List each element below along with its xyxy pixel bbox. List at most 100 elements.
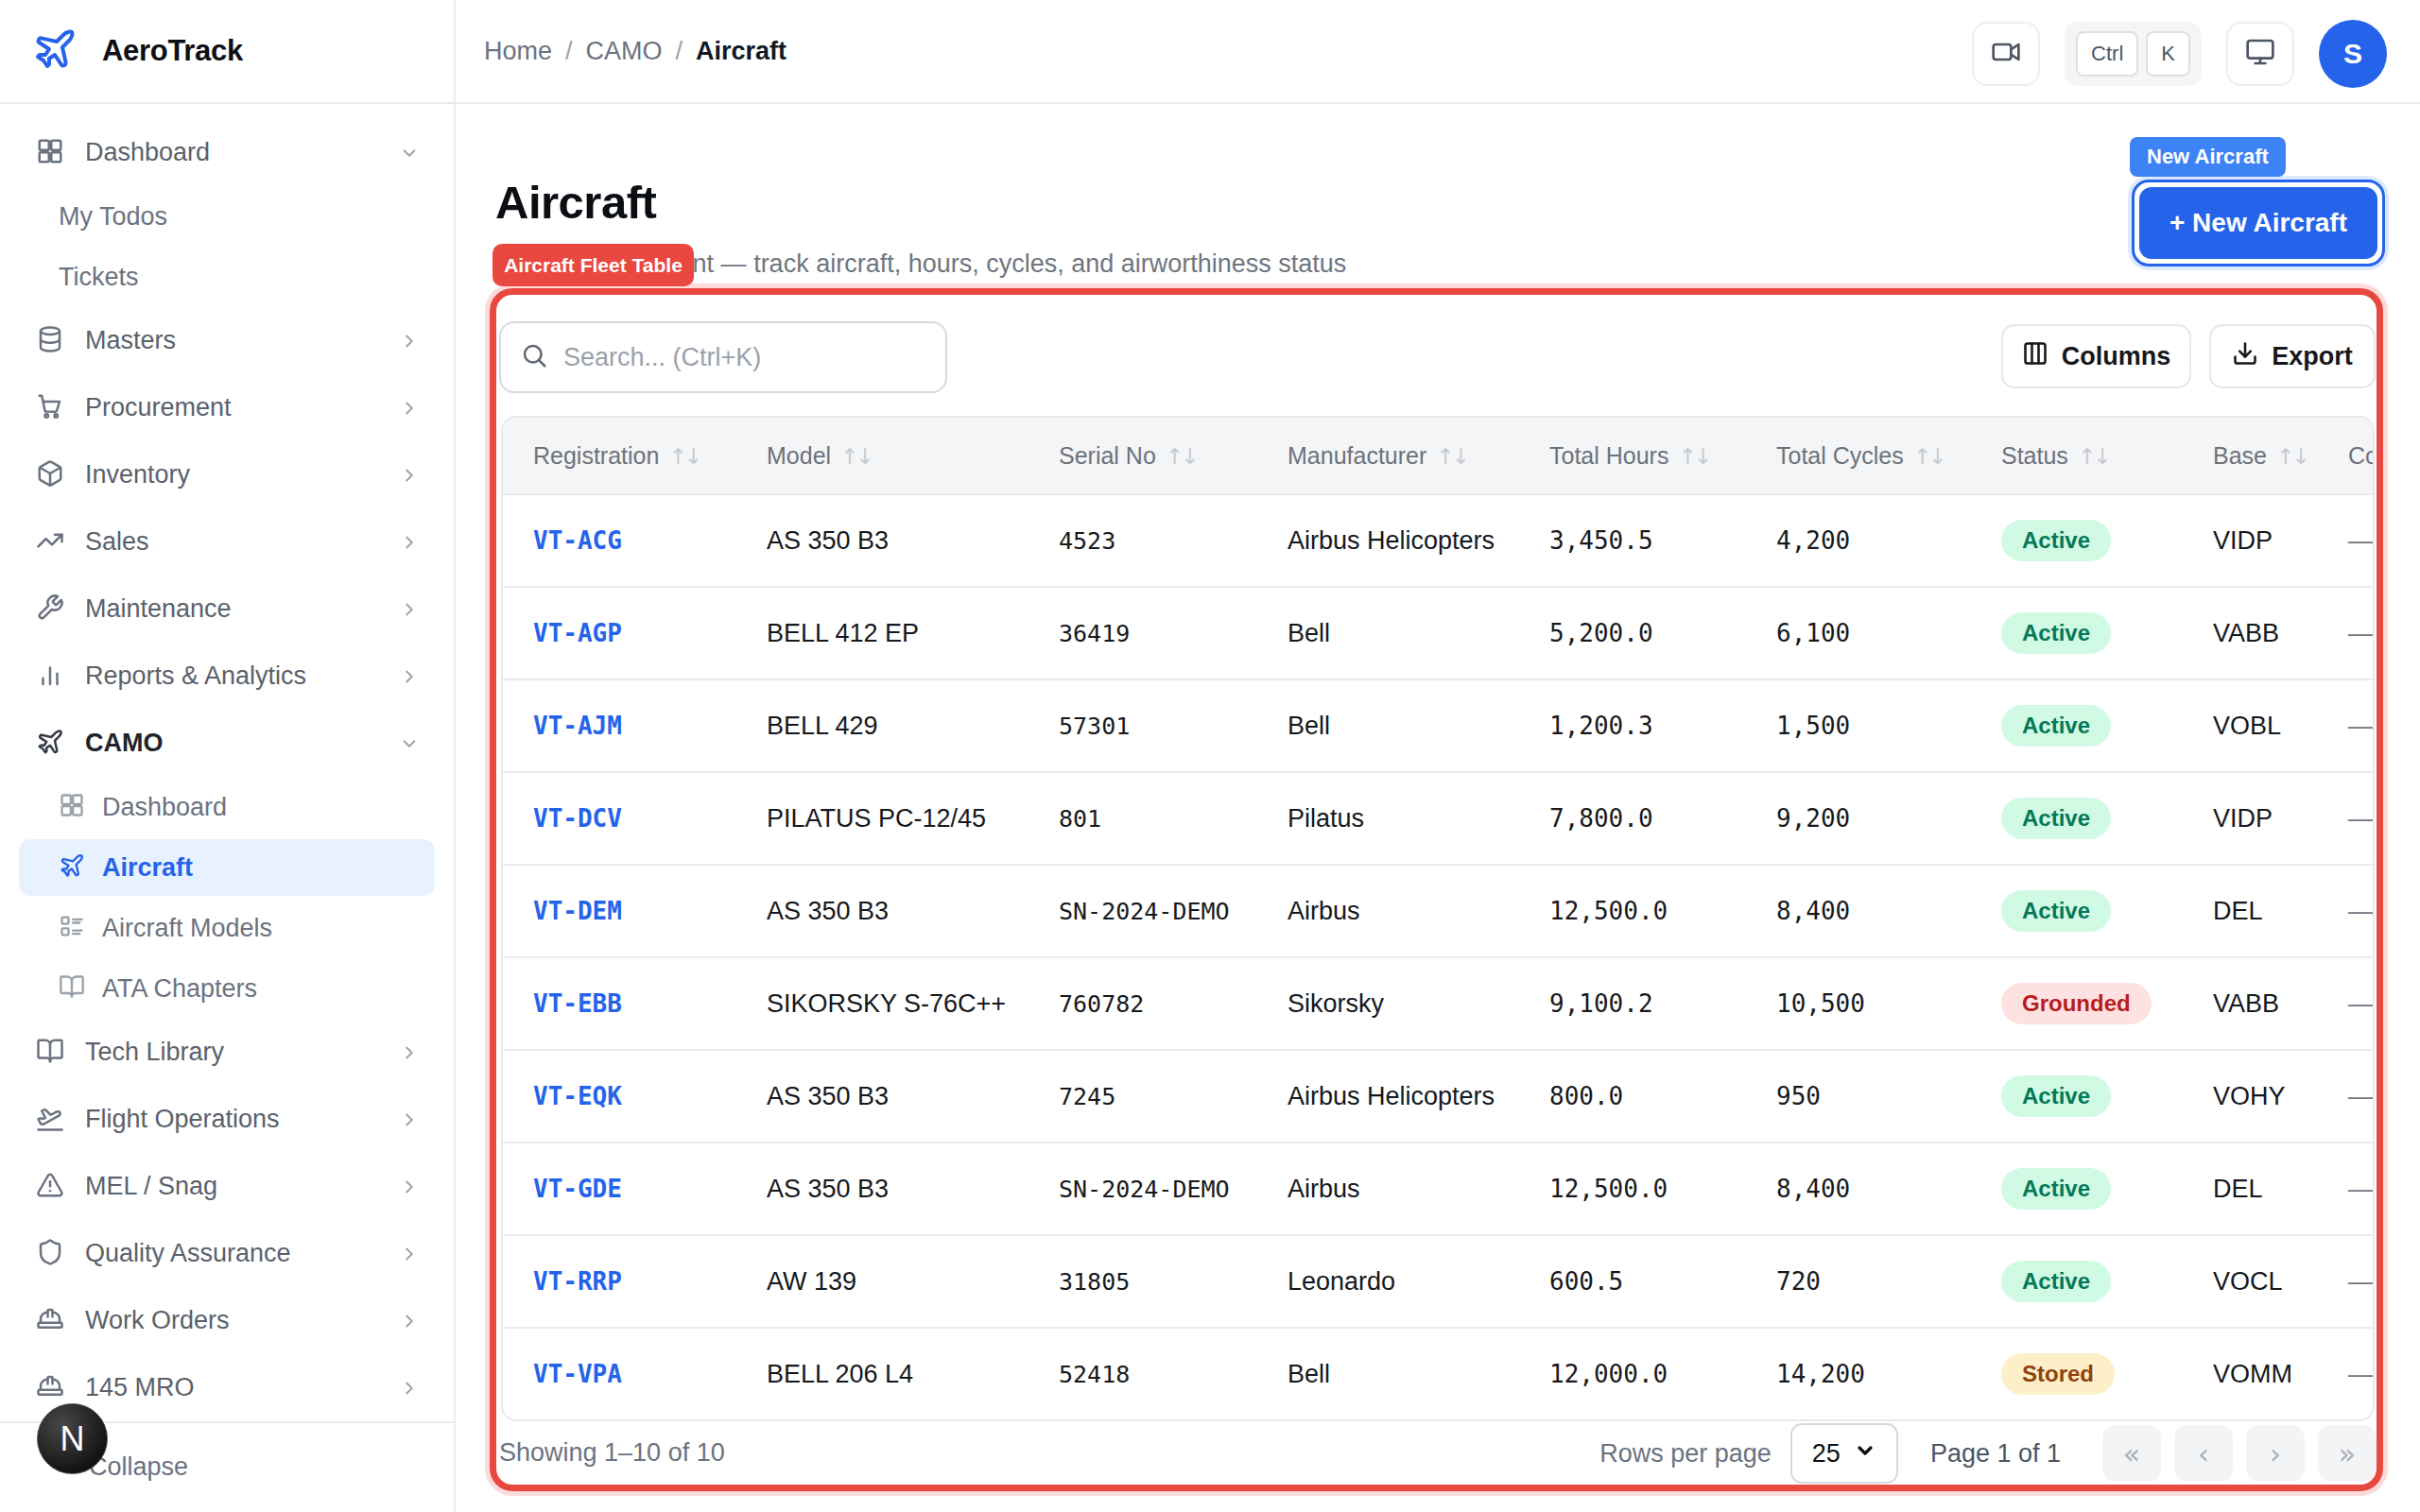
sidebar-item-procurement[interactable]: Procurement	[0, 374, 454, 441]
display-mode-button[interactable]	[2226, 22, 2294, 86]
cycles-cell: 4,200	[1746, 526, 1971, 555]
column-header-registration[interactable]: Registration↑↓	[503, 442, 736, 470]
registration-link[interactable]: VT-DEM	[533, 897, 622, 925]
prev-page-button[interactable]: ‹	[2174, 1425, 2233, 1482]
columns-icon	[2022, 340, 2048, 373]
new-aircraft-button[interactable]: + New Aircraft	[2139, 187, 2377, 259]
hours-cell: 1,200.3	[1519, 712, 1746, 740]
base-cell: VIDP	[2183, 804, 2324, 833]
column-header-serial-no[interactable]: Serial No↑↓	[1028, 442, 1257, 470]
model-cell: AS 350 B3	[736, 1082, 1028, 1111]
columns-button[interactable]: Columns	[2001, 324, 2191, 388]
sidebar-item-aircraft[interactable]: Aircraft	[19, 839, 435, 896]
hours-cell: 800.0	[1519, 1082, 1746, 1110]
sort-icon: ↑↓	[2078, 444, 2109, 469]
registration-link[interactable]: VT-VPA	[533, 1360, 622, 1388]
column-header-model[interactable]: Model↑↓	[736, 442, 1028, 470]
breadcrumb: Home / CAMO / Aircraft	[484, 37, 786, 66]
new-aircraft-focus-ring: + New Aircraft	[2132, 180, 2385, 266]
manufacturer-cell: Bell	[1257, 619, 1519, 648]
base-cell: VOMM	[2183, 1360, 2324, 1389]
sidebar-item-tech-library[interactable]: Tech Library	[0, 1019, 454, 1086]
first-page-button[interactable]: «	[2102, 1425, 2161, 1482]
takeoff-icon	[36, 1104, 64, 1136]
sidebar-item-ata-chapters[interactable]: ATA Chapters	[0, 958, 454, 1019]
sidebar-item-tickets[interactable]: Tickets	[0, 247, 454, 307]
status-cell: Stored	[1971, 1353, 2183, 1395]
column-header-total-cycles[interactable]: Total Cycles↑↓	[1746, 442, 1971, 470]
chevron-right-icon	[399, 599, 420, 620]
aircraft-table-card: Registration↑↓Model↑↓Serial No↑↓Manufact…	[501, 416, 2375, 1421]
table-row-vt-rrp: VT-RRPAW 13931805Leonardo600.5720ActiveV…	[503, 1234, 2373, 1327]
sidebar-item-inventory[interactable]: Inventory	[0, 441, 454, 508]
sidebar-item-label: Reports & Analytics	[85, 662, 306, 691]
registration-link[interactable]: VT-EBB	[533, 989, 622, 1018]
table-row-vt-dem: VT-DEMAS 350 B3SN-2024-DEMOAirbus12,500.…	[503, 864, 2373, 956]
registration-link[interactable]: VT-AGP	[533, 619, 622, 647]
registration-link[interactable]: VT-EQK	[533, 1082, 622, 1110]
breadcrumb-camo[interactable]: CAMO	[586, 37, 663, 66]
sidebar-item-label: Aircraft Models	[102, 914, 272, 943]
sidebar-item-sales[interactable]: Sales	[0, 508, 454, 576]
sidebar-item-aircraft-models[interactable]: Aircraft Models	[0, 898, 454, 958]
brand[interactable]: AeroTrack	[0, 0, 454, 104]
status-badge: Active	[2001, 705, 2111, 747]
export-button[interactable]: Export	[2209, 324, 2376, 388]
search-input[interactable]	[563, 343, 904, 372]
app-root: AeroTrack DashboardMy TodosTicketsMaster…	[0, 0, 2420, 1512]
package-icon	[36, 459, 64, 491]
model-cell: AS 350 B3	[736, 897, 1028, 926]
manufacturer-cell: Leonardo	[1257, 1267, 1519, 1297]
column-header-base[interactable]: Base↑↓	[2183, 442, 2324, 470]
export-label: Export	[2272, 342, 2353, 371]
breadcrumb-home[interactable]: Home	[484, 37, 552, 66]
sidebar-item-maintenance[interactable]: Maintenance	[0, 576, 454, 643]
sidebar-item-work-orders[interactable]: Work Orders	[0, 1287, 454, 1354]
status-badge: Active	[2001, 1075, 2111, 1117]
column-header-manufacturer[interactable]: Manufacturer↑↓	[1257, 442, 1519, 470]
sidebar-item-reports-analytics[interactable]: Reports & Analytics	[0, 643, 454, 710]
status-cell: Active	[1971, 705, 2183, 747]
registration-link[interactable]: VT-RRP	[533, 1267, 622, 1296]
chevron-right-icon	[399, 1378, 420, 1399]
sidebar-item-quality-assurance[interactable]: Quality Assurance	[0, 1220, 454, 1287]
status-cell: Active	[1971, 612, 2183, 654]
registration-link[interactable]: VT-GDE	[533, 1175, 622, 1203]
manufacturer-cell: Bell	[1257, 712, 1519, 741]
screen-record-button[interactable]	[1972, 22, 2040, 86]
registration-link[interactable]: VT-AJM	[533, 712, 622, 740]
sidebar-item-masters[interactable]: Masters	[0, 307, 454, 374]
table-row-vt-vpa: VT-VPABELL 206 L452418Bell12,000.014,200…	[503, 1327, 2373, 1419]
status-badge: Active	[2001, 890, 2111, 932]
status-badge: Active	[2001, 798, 2111, 839]
registration-cell: VT-AJM	[503, 712, 736, 740]
table-body: VT-ACGAS 350 B34523Airbus Helicopters3,4…	[503, 493, 2373, 1419]
rows-per-page-select[interactable]: 25	[1790, 1423, 1898, 1484]
sidebar-item-label: 145 MRO	[85, 1373, 195, 1402]
shortcut-hint[interactable]: Ctrl K	[2065, 22, 2202, 86]
registration-link[interactable]: VT-DCV	[533, 804, 622, 833]
topbar-actions: Ctrl K S	[1972, 20, 2387, 88]
dev-overlay-badge[interactable]: N	[37, 1403, 108, 1474]
user-avatar[interactable]: S	[2319, 20, 2387, 88]
column-header-status[interactable]: Status↑↓	[1971, 442, 2183, 470]
next-page-button[interactable]: ›	[2246, 1425, 2305, 1482]
status-cell: Active	[1971, 1168, 2183, 1210]
sidebar-item-mel-snag[interactable]: MEL / Snag	[0, 1153, 454, 1220]
annotation-button-label: New Aircraft	[2130, 137, 2286, 177]
sidebar-item-my-todos[interactable]: My Todos	[0, 186, 454, 247]
serial-cell: 4523	[1028, 527, 1257, 555]
sidebar-item-flight-operations[interactable]: Flight Operations	[0, 1086, 454, 1153]
extra-cell: —	[2324, 804, 2373, 833]
sidebar-nav: DashboardMy TodosTicketsMastersProcureme…	[0, 119, 454, 1421]
sidebar-item-dashboard[interactable]: Dashboard	[0, 119, 454, 186]
last-page-button[interactable]: »	[2318, 1425, 2377, 1482]
sidebar-item-label: MEL / Snag	[85, 1172, 217, 1201]
registration-link[interactable]: VT-ACG	[533, 526, 622, 555]
sidebar-item-dashboard[interactable]: Dashboard	[0, 777, 454, 837]
cart-icon	[36, 392, 64, 424]
column-header-total-hours[interactable]: Total Hours↑↓	[1519, 442, 1746, 470]
sidebar-item-camo[interactable]: CAMO	[0, 710, 454, 777]
serial-cell: 31805	[1028, 1268, 1257, 1296]
dev-overlay-letter: N	[60, 1419, 85, 1459]
